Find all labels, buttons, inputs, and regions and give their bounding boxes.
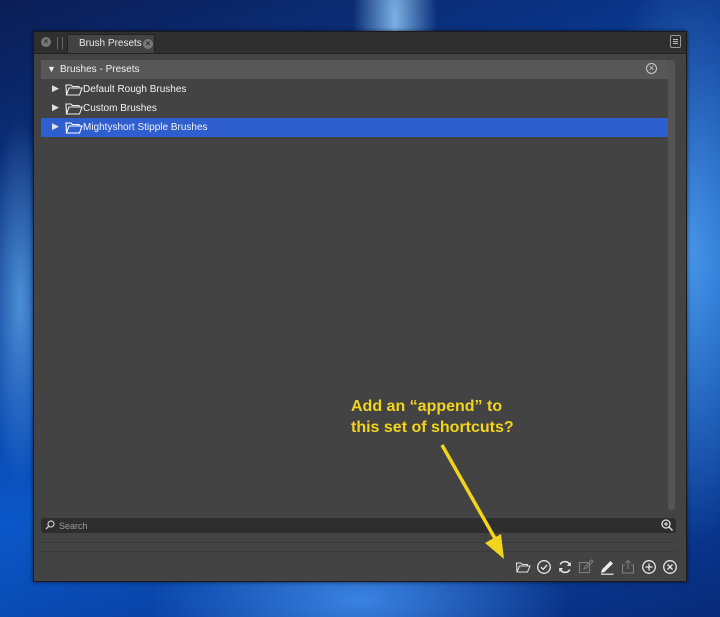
folder-icon: [65, 122, 83, 134]
divider: [41, 551, 676, 552]
collapse-triangle-icon[interactable]: ▼: [47, 64, 56, 74]
tab-bar: × Brush Presets ×: [34, 32, 686, 54]
tree-item-custom-brushes[interactable]: ▶ Custom Brushes: [41, 99, 668, 118]
refresh-icon[interactable]: [557, 559, 573, 575]
edit-icon: [578, 559, 594, 574]
brush-presets-panel: × Brush Presets × ▼ Brushes - Presets × …: [33, 31, 687, 582]
delete-icon[interactable]: [662, 559, 678, 575]
tree-item-label: Default Rough Brushes: [83, 84, 187, 95]
share-icon: [621, 559, 635, 574]
drag-grip-icon[interactable]: [57, 37, 63, 49]
panel-close-icon[interactable]: ×: [41, 37, 51, 47]
tab-label: Brush Presets: [79, 38, 142, 49]
preset-tree: ▼ Brushes - Presets × ▶ Default Rough Br…: [41, 60, 668, 517]
search-input[interactable]: [59, 519, 639, 532]
annotation-line-1: Add an “append” to: [351, 398, 503, 415]
expand-triangle-icon[interactable]: ▶: [52, 121, 59, 132]
tab-brush-presets[interactable]: Brush Presets ×: [67, 34, 155, 53]
add-icon[interactable]: [641, 559, 657, 575]
expand-triangle-icon[interactable]: ▶: [52, 102, 59, 113]
search-bar: [41, 518, 676, 533]
tree-item-label: Mightyshort Stipple Brushes: [83, 122, 208, 133]
zoom-in-icon[interactable]: [661, 519, 673, 531]
tree-item-label: Custom Brushes: [83, 103, 157, 114]
checkmark-icon[interactable]: [536, 559, 552, 575]
tree-header-label: Brushes - Presets: [60, 64, 140, 75]
annotation-callout: Add an “append” to this set of shortcuts…: [351, 396, 514, 438]
tab-close-icon[interactable]: ×: [143, 39, 153, 49]
header-close-icon[interactable]: ×: [646, 63, 657, 74]
tree-item-default-rough-brushes[interactable]: ▶ Default Rough Brushes: [41, 80, 668, 99]
pen-icon[interactable]: [599, 559, 615, 575]
annotation-line-2: this set of shortcuts?: [351, 419, 514, 436]
folder-icon: [65, 84, 83, 96]
tree-item-mightyshort-stipple-brushes[interactable]: ▶ Mightyshort Stipple Brushes: [41, 118, 668, 137]
folder-icon: [65, 103, 83, 115]
vertical-scrollbar[interactable]: [668, 60, 675, 510]
search-icon: [45, 520, 55, 530]
divider: [41, 542, 676, 543]
expand-triangle-icon[interactable]: ▶: [52, 83, 59, 94]
tree-header[interactable]: ▼ Brushes - Presets ×: [41, 60, 668, 79]
folder-open-icon[interactable]: [515, 559, 531, 575]
panel-menu-icon[interactable]: [670, 35, 681, 48]
